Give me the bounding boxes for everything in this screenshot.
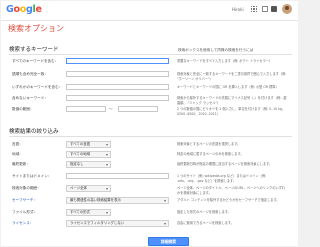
filter-select[interactable]: ページ全体	[66, 185, 111, 192]
filter-row-label: ファイル形式：	[12, 210, 38, 214]
filter-row-help: 特定の地域に属するページのみを検索します。	[177, 152, 244, 156]
keyword-row-help: 検索から除外するキーワードの先頭にマイナス記号（-）を付けます（例: -齧歯類、…	[177, 96, 287, 105]
share-icon[interactable]	[271, 6, 277, 12]
range-from-input[interactable]	[66, 106, 106, 112]
keyword-row-help: キーワードとキーワードの間に OR を挿入します（例: 小型 OR 標準）	[177, 85, 279, 89]
filter-row-help: 最終更新日時が指定の期間に該当するページを検索対象にします。	[177, 162, 273, 166]
keyword-input[interactable]	[66, 58, 169, 64]
filter-select-value: すべての地域	[70, 152, 90, 156]
keyword-input[interactable]	[66, 95, 169, 101]
keyword-row-help: 検索対象と完全に一致するキーワードを二重引用符で囲んで入力します（例: "ホーリ…	[177, 72, 287, 81]
keyword-row-help: 重要なキーワードをすべて入力します（例: ポテト トライカラー）	[177, 59, 273, 63]
apps-grid-icon[interactable]	[251, 6, 257, 12]
chevron-down-icon	[106, 188, 108, 190]
keyword-row-label: すべてのキーワードを含む：	[12, 59, 59, 63]
filters-section-title: 検索結果の絞り込み	[9, 129, 59, 135]
chevron-down-icon	[106, 144, 108, 146]
filter-select[interactable]: すべての地域	[66, 151, 111, 158]
page-title: 検索オプション	[8, 24, 64, 33]
filter-select[interactable]: ライセンスでフィルタリングしない	[66, 220, 169, 227]
keyword-row-label: 含めないキーワード：	[12, 96, 48, 100]
filter-row-label[interactable]: セーフサーチ：	[12, 198, 37, 203]
chevron-down-icon	[106, 164, 108, 166]
chevron-down-icon	[164, 200, 166, 202]
avatar[interactable]	[282, 4, 292, 14]
filter-row-label: 言語：	[12, 142, 23, 146]
range-to-input[interactable]	[118, 106, 158, 112]
filter-select[interactable]: すべての言語	[66, 141, 111, 148]
chevron-down-icon	[106, 154, 108, 156]
filter-row-label: 検索対象の範囲：	[12, 186, 41, 190]
filter-select-value: すべての言語	[70, 142, 90, 146]
filter-row-help: 指定した形式のページを検索します。	[177, 210, 231, 214]
filter-row-label: サイトまたはドメイン：	[12, 174, 52, 178]
filter-select[interactable]: すべての形式	[66, 209, 111, 216]
filter-select-value: 指定なし	[70, 162, 84, 166]
top-bar: Google Hiroki	[1, 1, 298, 19]
filter-row-help: ページ全体、ページのタイトル、ページのURL、ページへのリンクのいずれかを検索対…	[177, 186, 286, 195]
user-name[interactable]: Hiroki	[232, 7, 244, 12]
notifications-icon[interactable]	[262, 6, 268, 12]
keywords-section-line	[9, 54, 292, 55]
site-domain-input[interactable]	[66, 173, 169, 179]
chevron-down-icon	[106, 212, 108, 214]
filter-select-value: ページ全体	[70, 186, 87, 190]
filter-row-label: 最終更新：	[12, 162, 30, 166]
filter-select-value: 最も関連性の高い検索結果を表示	[70, 198, 121, 202]
google-logo[interactable]: Google	[6, 4, 42, 15]
keyword-input[interactable]	[66, 71, 169, 77]
filter-row-help: 自由に使用できるページを検索します。	[177, 221, 234, 225]
chevron-down-icon	[164, 223, 166, 225]
keywords-section-title: 検索するキーワード	[9, 47, 59, 53]
filters-section-line	[9, 136, 292, 137]
filter-row-help: アダルト コンテンツを除外するかどうかをセーフサーチで指定します。	[177, 198, 280, 202]
keywords-right-header: 検索ボックスを使用して同様の検索を行うには	[178, 48, 254, 52]
filter-row-label: 地域：	[12, 152, 23, 156]
keyword-input[interactable]	[66, 84, 169, 90]
keyword-row-label: 数値の範囲：	[12, 107, 34, 111]
filter-select[interactable]: 指定なし	[66, 161, 111, 168]
filter-select[interactable]: 最も関連性の高い検索結果を表示	[66, 197, 169, 204]
keyword-row-label: いずれかのキーワードを含む：	[12, 85, 63, 89]
range-separator: ～	[109, 107, 113, 111]
header-divider	[1, 20, 298, 21]
filter-row-label[interactable]: ライセンス：	[12, 221, 34, 226]
keyword-row-label: 語順も含め完全一致：	[12, 72, 48, 76]
filter-select-value: すべての形式	[70, 210, 90, 214]
logo-letter: e	[35, 4, 42, 15]
logo-letter: G	[6, 4, 14, 15]
filter-row-help: 検索対象とするページの言語を選択します。	[177, 142, 241, 146]
filter-select-value: ライセンスでフィルタリングしない	[70, 221, 125, 225]
filter-row-help: 1 つのサイト（例: wikipedia.org など）またはドメイン（例: .…	[177, 174, 267, 183]
advanced-search-button[interactable]: 詳細検索	[148, 237, 189, 246]
keyword-row-help: 2 つの数値の間にピリオドを 2 個入力し、単位を付けます（例: 5..10 k…	[177, 107, 286, 116]
page: Google Hiroki 検索オプション 検索するキーワード 検索ボックスを使…	[1, 1, 298, 246]
